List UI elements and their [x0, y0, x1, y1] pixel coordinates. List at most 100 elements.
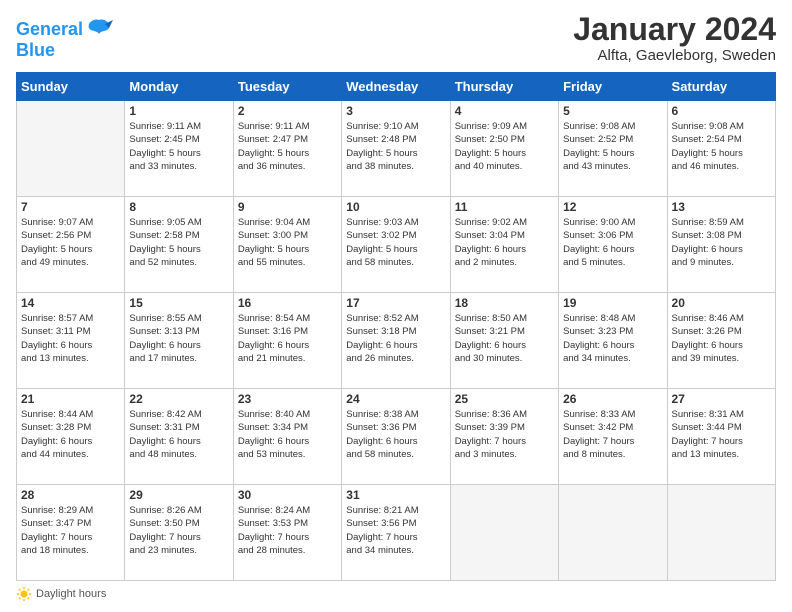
day-info: Sunrise: 9:08 AMSunset: 2:54 PMDaylight:…	[672, 120, 771, 173]
table-row: 5 Sunrise: 9:08 AMSunset: 2:52 PMDaylight…	[559, 101, 667, 197]
table-row: 6 Sunrise: 9:08 AMSunset: 2:54 PMDaylight…	[667, 101, 775, 197]
month-title: January 2024	[573, 12, 776, 47]
day-number: 8	[129, 200, 228, 214]
day-info: Sunrise: 8:33 AMSunset: 3:42 PMDaylight:…	[563, 408, 662, 461]
day-number: 17	[346, 296, 445, 310]
day-info: Sunrise: 8:42 AMSunset: 3:31 PMDaylight:…	[129, 408, 228, 461]
calendar-week-row: 7Sunrise: 9:07 AMSunset: 2:56 PMDaylight…	[17, 197, 776, 293]
location: Alfta, Gaevleborg, Sweden	[573, 47, 776, 64]
day-info: Sunrise: 9:08 AMSunset: 2:52 PMDaylight:…	[563, 120, 662, 173]
table-row	[559, 485, 667, 581]
table-row: 14 Sunrise: 8:57 AMSunset: 3:11 PMDayligh…	[17, 293, 125, 389]
logo: General Blue	[16, 16, 113, 61]
day-number: 11	[455, 200, 554, 214]
title-block: January 2024 Alfta, Gaevleborg, Sweden	[573, 12, 776, 64]
day-number: 15	[129, 296, 228, 310]
day-info: Sunrise: 8:55 AMSunset: 3:13 PMDaylight:…	[129, 312, 228, 365]
day-info: Sunrise: 9:07 AMSunset: 2:56 PMDaylight:…	[21, 216, 120, 269]
day-info: Sunrise: 9:02 AMSunset: 3:04 PMDaylight:…	[455, 216, 554, 269]
day-info: Sunrise: 8:52 AMSunset: 3:18 PMDaylight:…	[346, 312, 445, 365]
day-number: 31	[346, 488, 445, 502]
day-number: 27	[672, 392, 771, 406]
table-row: 13 Sunrise: 8:59 AMSunset: 3:08 PMDayligh…	[667, 197, 775, 293]
day-number: 4	[455, 104, 554, 118]
day-number: 24	[346, 392, 445, 406]
day-number: 28	[21, 488, 120, 502]
day-info: Sunrise: 8:31 AMSunset: 3:44 PMDaylight:…	[672, 408, 771, 461]
day-number: 12	[563, 200, 662, 214]
col-monday: Monday	[125, 73, 233, 101]
table-row: 2 Sunrise: 9:11 AMSunset: 2:47 PMDaylight…	[233, 101, 341, 197]
day-number: 2	[238, 104, 337, 118]
table-row: 22 Sunrise: 8:42 AMSunset: 3:31 PMDayligh…	[125, 389, 233, 485]
day-info: Sunrise: 8:21 AMSunset: 3:56 PMDaylight:…	[346, 504, 445, 557]
day-number: 20	[672, 296, 771, 310]
col-tuesday: Tuesday	[233, 73, 341, 101]
table-row: 17 Sunrise: 8:52 AMSunset: 3:18 PMDayligh…	[342, 293, 450, 389]
day-info: Sunrise: 8:38 AMSunset: 3:36 PMDaylight:…	[346, 408, 445, 461]
calendar-header-row: Sunday Monday Tuesday Wednesday Thursday…	[17, 73, 776, 101]
day-info: Sunrise: 8:57 AMSunset: 3:11 PMDaylight:…	[21, 312, 120, 365]
day-number: 14	[21, 296, 120, 310]
table-row: 15 Sunrise: 8:55 AMSunset: 3:13 PMDayligh…	[125, 293, 233, 389]
table-row: 4 Sunrise: 9:09 AMSunset: 2:50 PMDaylight…	[450, 101, 558, 197]
day-number: 25	[455, 392, 554, 406]
table-row: 26Sunrise: 8:33 AMSunset: 3:42 PMDayligh…	[559, 389, 667, 485]
calendar-week-row: 21Sunrise: 8:44 AMSunset: 3:28 PMDayligh…	[17, 389, 776, 485]
daylight-label: Daylight hours	[36, 588, 106, 600]
table-row: 12 Sunrise: 9:00 AMSunset: 3:06 PMDayligh…	[559, 197, 667, 293]
page: General Blue January 2024 Alfta, Gaevleb…	[0, 0, 792, 612]
calendar-week-row: 28 Sunrise: 8:29 AMSunset: 3:47 PMDayligh…	[17, 485, 776, 581]
table-row	[17, 101, 125, 197]
day-number: 30	[238, 488, 337, 502]
day-info: Sunrise: 9:04 AMSunset: 3:00 PMDaylight:…	[238, 216, 337, 269]
day-info: Sunrise: 9:00 AMSunset: 3:06 PMDaylight:…	[563, 216, 662, 269]
calendar-table: Sunday Monday Tuesday Wednesday Thursday…	[16, 72, 776, 581]
day-info: Sunrise: 9:05 AMSunset: 2:58 PMDaylight:…	[129, 216, 228, 269]
table-row: 31 Sunrise: 8:21 AMSunset: 3:56 PMDayligh…	[342, 485, 450, 581]
col-thursday: Thursday	[450, 73, 558, 101]
table-row: 10 Sunrise: 9:03 AMSunset: 3:02 PMDayligh…	[342, 197, 450, 293]
col-friday: Friday	[559, 73, 667, 101]
calendar-week-row: 14 Sunrise: 8:57 AMSunset: 3:11 PMDayligh…	[17, 293, 776, 389]
table-row: 11 Sunrise: 9:02 AMSunset: 3:04 PMDayligh…	[450, 197, 558, 293]
col-sunday: Sunday	[17, 73, 125, 101]
day-info: Sunrise: 8:26 AMSunset: 3:50 PMDaylight:…	[129, 504, 228, 557]
logo-bird-icon	[85, 16, 113, 44]
table-row: 16Sunrise: 8:54 AMSunset: 3:16 PMDayligh…	[233, 293, 341, 389]
table-row: 7Sunrise: 9:07 AMSunset: 2:56 PMDaylight…	[17, 197, 125, 293]
day-info: Sunrise: 8:59 AMSunset: 3:08 PMDaylight:…	[672, 216, 771, 269]
table-row	[667, 485, 775, 581]
footer: Daylight hours	[16, 586, 776, 602]
day-number: 1	[129, 104, 228, 118]
day-number: 10	[346, 200, 445, 214]
sun-icon	[16, 586, 32, 602]
day-info: Sunrise: 9:03 AMSunset: 3:02 PMDaylight:…	[346, 216, 445, 269]
table-row: 30Sunrise: 8:24 AMSunset: 3:53 PMDayligh…	[233, 485, 341, 581]
day-number: 19	[563, 296, 662, 310]
day-number: 29	[129, 488, 228, 502]
day-info: Sunrise: 9:09 AMSunset: 2:50 PMDaylight:…	[455, 120, 554, 173]
day-info: Sunrise: 8:48 AMSunset: 3:23 PMDaylight:…	[563, 312, 662, 365]
day-number: 3	[346, 104, 445, 118]
table-row: 18Sunrise: 8:50 AMSunset: 3:21 PMDayligh…	[450, 293, 558, 389]
day-number: 6	[672, 104, 771, 118]
day-info: Sunrise: 9:10 AMSunset: 2:48 PMDaylight:…	[346, 120, 445, 173]
day-number: 5	[563, 104, 662, 118]
table-row: 27 Sunrise: 8:31 AMSunset: 3:44 PMDayligh…	[667, 389, 775, 485]
day-number: 22	[129, 392, 228, 406]
calendar-week-row: 1Sunrise: 9:11 AMSunset: 2:45 PMDaylight…	[17, 101, 776, 197]
table-row: 19 Sunrise: 8:48 AMSunset: 3:23 PMDayligh…	[559, 293, 667, 389]
table-row: 9Sunrise: 9:04 AMSunset: 3:00 PMDaylight…	[233, 197, 341, 293]
logo-text: General	[16, 20, 83, 40]
table-row: 8 Sunrise: 9:05 AMSunset: 2:58 PMDaylight…	[125, 197, 233, 293]
table-row: 23Sunrise: 8:40 AMSunset: 3:34 PMDayligh…	[233, 389, 341, 485]
day-number: 13	[672, 200, 771, 214]
day-info: Sunrise: 8:54 AMSunset: 3:16 PMDaylight:…	[238, 312, 337, 365]
day-info: Sunrise: 8:36 AMSunset: 3:39 PMDaylight:…	[455, 408, 554, 461]
day-info: Sunrise: 9:11 AMSunset: 2:47 PMDaylight:…	[238, 120, 337, 173]
day-number: 21	[21, 392, 120, 406]
day-info: Sunrise: 8:29 AMSunset: 3:47 PMDaylight:…	[21, 504, 120, 557]
table-row: 25 Sunrise: 8:36 AMSunset: 3:39 PMDayligh…	[450, 389, 558, 485]
table-row: 20Sunrise: 8:46 AMSunset: 3:26 PMDayligh…	[667, 293, 775, 389]
